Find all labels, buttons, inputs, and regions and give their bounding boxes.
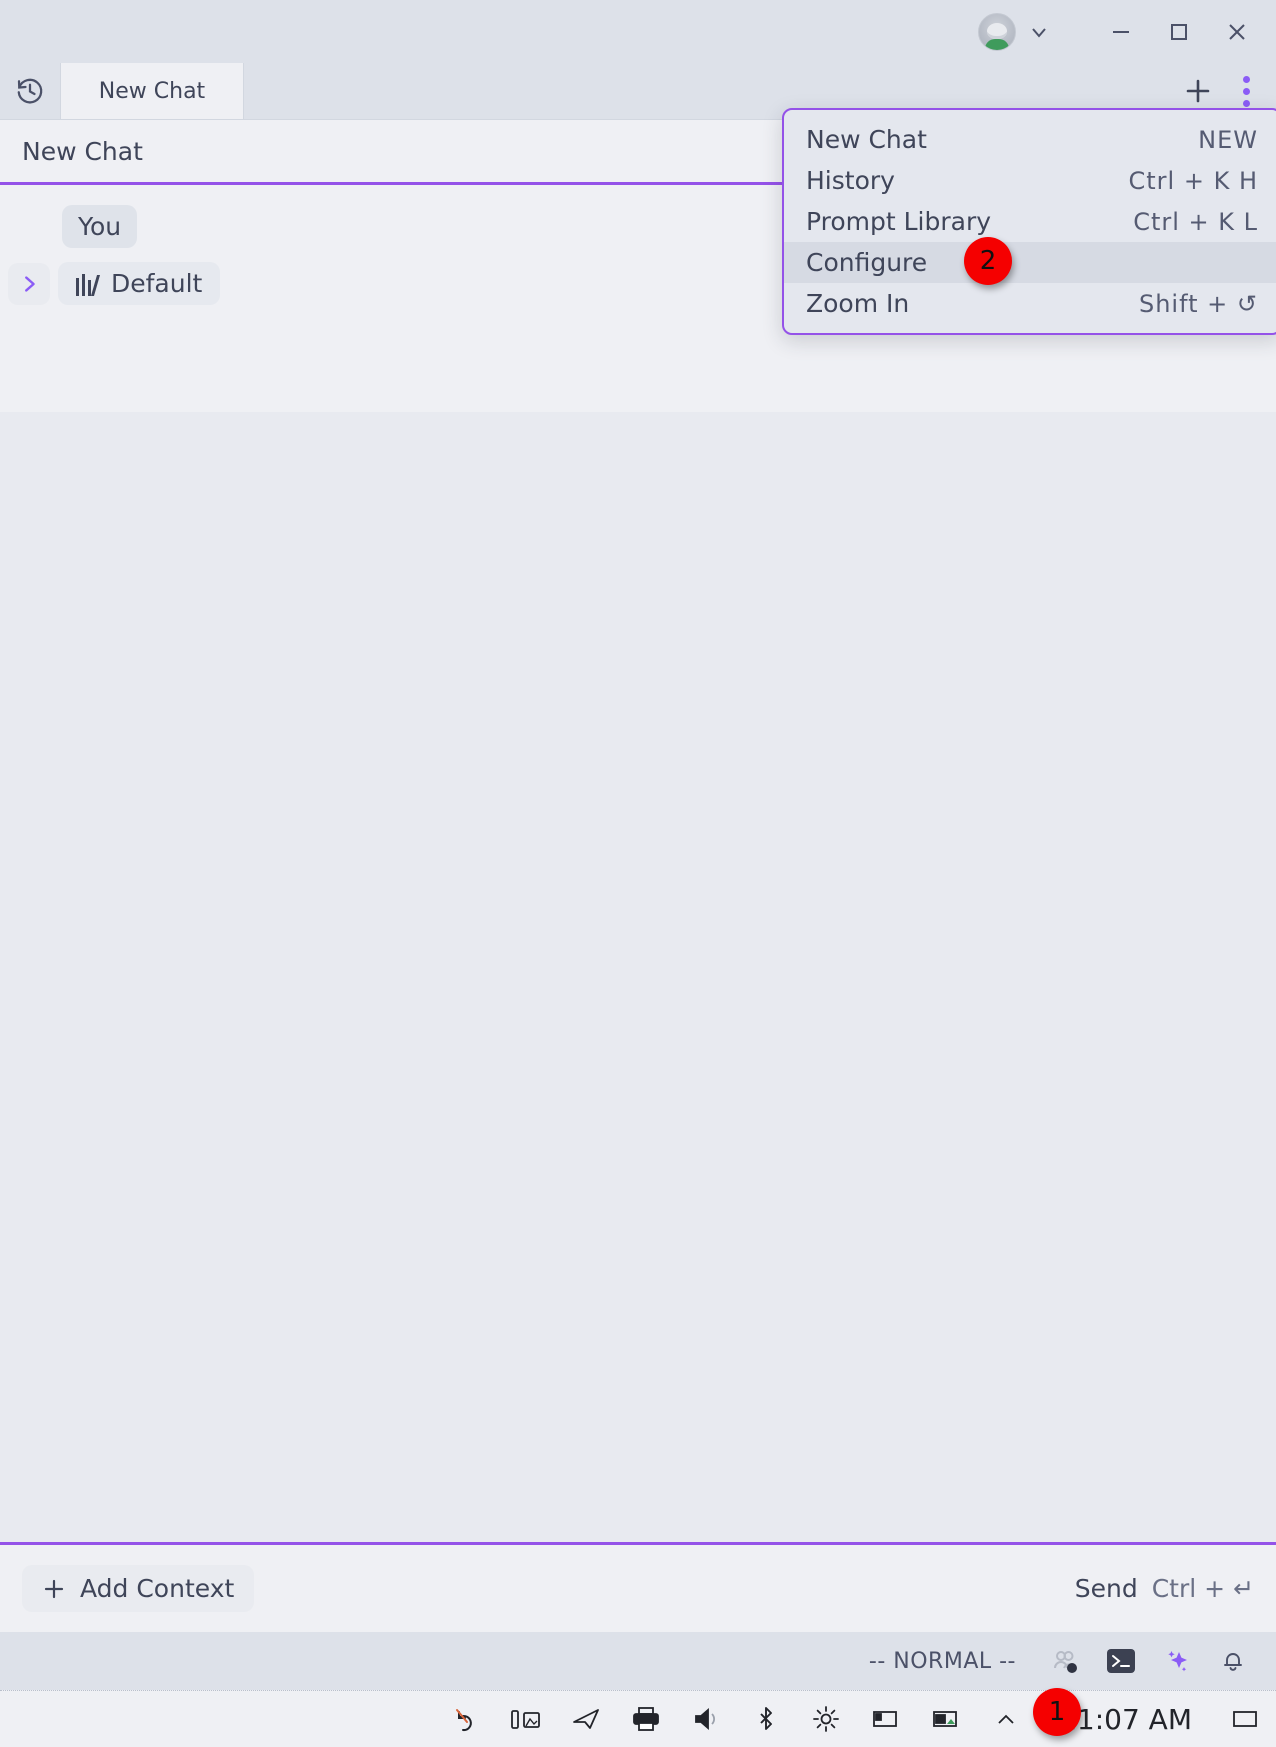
composer-bar: Add Context Send Ctrl + ↵ — [0, 1542, 1276, 1632]
chat-scroll-region[interactable] — [0, 412, 1276, 1727]
send-paper-plane-icon[interactable] — [569, 1702, 603, 1736]
volume-icon[interactable] — [689, 1702, 723, 1736]
os-taskbar: 11:07 AM — [0, 1690, 1276, 1747]
collaborators-icon[interactable] — [1048, 1644, 1082, 1678]
annotation-marker-2: 2 — [964, 237, 1012, 285]
show-desktop-icon[interactable] — [1228, 1702, 1262, 1736]
minimize-button[interactable] — [1092, 8, 1150, 56]
application-window: New Chat New Chat You Default Add Contex… — [0, 0, 1276, 1747]
battery-lab-icon[interactable] — [509, 1702, 543, 1736]
model-bars-icon — [76, 272, 101, 296]
menu-item-label: Prompt Library — [806, 207, 992, 236]
menu-item-label: Zoom In — [806, 289, 910, 318]
title-bar — [0, 0, 1276, 63]
menu-item-configure[interactable]: Configure — [784, 242, 1276, 283]
chevron-down-icon[interactable] — [1026, 19, 1052, 45]
history-clock-icon[interactable] — [0, 63, 60, 119]
send-shortcut: Ctrl + ↵ — [1151, 1574, 1254, 1603]
close-button[interactable] — [1208, 8, 1266, 56]
send-button[interactable]: Send Ctrl + ↵ — [1075, 1574, 1254, 1603]
editor-mode-label: -- NORMAL -- — [868, 1648, 1016, 1674]
menu-item-prompt-library[interactable]: Prompt Library Ctrl + K L — [784, 201, 1276, 242]
tab-new-chat[interactable]: New Chat — [60, 63, 244, 119]
menu-item-label: New Chat — [806, 125, 927, 154]
display-icon[interactable] — [869, 1702, 903, 1736]
network-icon[interactable] — [929, 1702, 963, 1736]
model-label: Default — [111, 269, 203, 298]
menu-item-shortcut: NEW — [1198, 125, 1258, 154]
brightness-icon[interactable] — [809, 1702, 843, 1736]
add-context-label: Add Context — [80, 1574, 235, 1603]
status-bar: -- NORMAL -- — [0, 1632, 1276, 1690]
avatar[interactable] — [978, 12, 1016, 51]
printer-icon[interactable] — [629, 1702, 663, 1736]
add-context-button[interactable]: Add Context — [22, 1565, 255, 1612]
send-label: Send — [1074, 1574, 1138, 1603]
menu-item-shortcut: Ctrl + K H — [1128, 166, 1258, 195]
menu-item-history[interactable]: History Ctrl + K H — [784, 160, 1276, 201]
account-control[interactable] — [978, 12, 1052, 51]
menu-item-shortcut: Ctrl + K L — [1133, 207, 1258, 236]
maximize-button[interactable] — [1150, 8, 1208, 56]
bell-notification-icon[interactable] — [1216, 1644, 1250, 1678]
menu-item-shortcut: Shift + ↺ — [1138, 289, 1258, 318]
bluetooth-icon[interactable] — [749, 1702, 783, 1736]
undo-icon[interactable] — [449, 1702, 483, 1736]
menu-item-label: History — [806, 166, 895, 195]
page-title: New Chat — [22, 136, 143, 166]
overflow-menu: New Chat NEW History Ctrl + K H Prompt L… — [782, 108, 1276, 335]
plus-icon — [42, 1577, 66, 1601]
sender-badge: You — [62, 205, 138, 248]
chevron-right-icon[interactable] — [8, 262, 50, 305]
annotation-marker-1: 1 — [1033, 1688, 1081, 1736]
menu-item-zoom-in[interactable]: Zoom In Shift + ↺ — [784, 283, 1276, 324]
terminal-icon[interactable] — [1104, 1644, 1138, 1678]
tab-label: New Chat — [98, 78, 206, 104]
menu-item-new-chat[interactable]: New Chat NEW — [784, 119, 1276, 160]
model-chip[interactable]: Default — [58, 262, 221, 305]
chevron-up-icon[interactable] — [989, 1702, 1023, 1736]
sparkle-ai-icon[interactable] — [1160, 1644, 1194, 1678]
menu-item-label: Configure — [806, 248, 928, 277]
